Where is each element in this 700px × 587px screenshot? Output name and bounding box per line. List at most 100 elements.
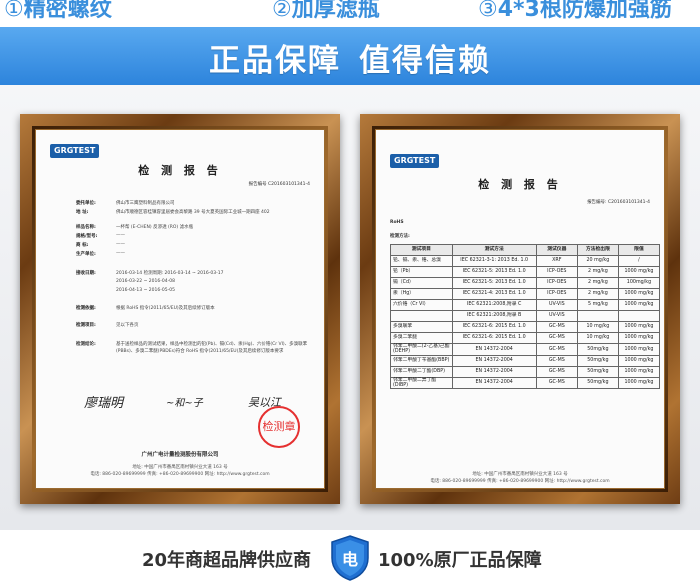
table-cell: ICP-OES (535, 288, 578, 300)
right-certificate-paper: GRGTEST 检 测 报 告 报告编号: C201603101341-4 Ro… (375, 129, 665, 489)
table-cell: 2 mg/kg (576, 266, 619, 278)
right-report-title: 检 测 报 告 (478, 178, 562, 191)
table-row: 多溴联苯 IEC 62321-6: 2015 Ed. 1.0 GC-MS 10 mg/… (390, 321, 661, 333)
table-row: 铅、镉、汞、铬、总溴 IEC 62321-3-1: 2013 Ed. 1.0 XRF… (390, 255, 661, 267)
table-cell: 100mg/kg (617, 277, 661, 289)
left-report-conclusion: 基于送检样品的测试结果，样品中检测出的铅(Pb)、镉(Cd)、汞(Hg)、六价铬… (116, 342, 308, 354)
table-row: 邻苯二甲酸丁苄基酯(BBP) EN 14372-2004 GC-MS 50mg/kg 1… (390, 354, 661, 367)
table-header: 测试方法 (451, 244, 537, 256)
table-cell: 六价铬（Cr VI） (390, 299, 453, 311)
table-row: 铅（Pb） IEC 62321-5: 2013 Ed. 1.0 ICP-OES 2 m… (390, 266, 661, 278)
table-cell: GC-MS (535, 332, 578, 344)
feature-strip: ①精密螺纹 ②加厚滤瓶 ③4*3根防爆加强筋 (0, 0, 700, 20)
grgtest-logo: GRGTEST (390, 154, 440, 168)
table-cell (390, 310, 453, 322)
table-cell: 铅（Pb） (390, 266, 453, 278)
table-cell: GC-MS (535, 343, 578, 356)
table-cell: XRF (535, 255, 578, 267)
left-contact: 电话: 886-020-89699999 传真: +86-020-8969990… (90, 472, 270, 477)
banner-title: 正品保障 值得信赖 (209, 43, 491, 79)
table-header-row: 测试项目 测试方法 测试仪器 方法检出限 限值 (390, 244, 661, 256)
table-cell: GC-MS (535, 365, 578, 378)
table-cell: 1000 mg/kg (617, 365, 661, 378)
table-cell: IEC 62321-5: 2013 Ed. 1.0 (451, 266, 537, 278)
table-cell: GC-MS (535, 354, 578, 367)
right-address: 地址: 中国广州市番禺区南村镇兴业大道 163 号 (472, 472, 568, 477)
table-cell: 邻苯二甲酸二丁酯(DBP) (390, 365, 453, 378)
feature-3: ③4*3根防爆加强筋 (478, 0, 672, 20)
table-cell: ICP-OES (535, 277, 578, 289)
table-cell: EN 14372-2004 (451, 343, 537, 356)
table-cell (617, 310, 661, 322)
table-cell: IEC 62321-4: 2013 Ed. 1.0 (451, 288, 537, 300)
table-header: 测试项目 (390, 244, 453, 256)
table-cell: EN 14372-2004 (451, 365, 537, 378)
table-cell: 1000 mg/kg (617, 343, 661, 356)
table-cell: GC-MS (535, 376, 578, 390)
table-row: 邻苯二甲酸二异丁酯(DIBP) EN 14372-2004 GC-MS 50mg/kg… (390, 376, 661, 390)
table-cell: 汞（Hg） (390, 288, 453, 300)
table-cell: 1000 mg/kg (617, 354, 661, 367)
table-cell: 多溴联苯 (390, 321, 453, 333)
supplier-text: 20年商超品牌供应商 (142, 550, 312, 571)
table-row: 邻苯二甲酸二(2-乙基)己酯(DEHP) EN 14372-2004 GC-MS 50… (390, 343, 661, 356)
table-cell: IEC 62321-5: 2013 Ed. 1.0 (451, 277, 537, 289)
feature-1: ①精密螺纹 (4, 0, 112, 20)
table-cell: 10 mg/kg (576, 332, 619, 344)
signature-1: 廖瑞明 (84, 396, 124, 411)
table-cell (576, 310, 619, 322)
table-cell: 1000 mg/kg (617, 321, 661, 333)
red-seal-stamp: 检测章 (258, 406, 300, 448)
table-cell: 50mg/kg (576, 354, 619, 367)
rohs-test-table: 测试项目 测试方法 测试仪器 方法检出限 限值 铅、镉、汞、铬、总溴 IEC 62… (390, 244, 661, 390)
table-cell: IEC 62321-3-1: 2013 Ed. 1.0 (451, 255, 537, 267)
left-address: 地址: 中国广州市番禺区南村镇兴业大道 163 号 (132, 465, 228, 470)
table-cell: 20 mg/kg (576, 255, 619, 267)
table-cell: IEC 62321-6: 2015 Ed. 1.0 (451, 321, 537, 333)
left-report-title: 检 测 报 告 (138, 164, 222, 177)
table-cell: IEC 62321:2008,附录 C (451, 299, 537, 311)
table-cell: 1000 mg/kg (617, 376, 661, 390)
table-header: 方法检出限 (576, 244, 619, 256)
right-certificate-frame: GRGTEST 检 测 报 告 报告编号: C201603101341-4 Ro… (360, 114, 680, 504)
left-company-name: 广州广电计量检测股份有限公司 (141, 452, 219, 458)
table-cell: 2 mg/kg (576, 277, 619, 289)
bottom-guarantee-bar: 20年商超品牌供应商 电 100%原厂正品保障 (0, 530, 700, 587)
signature-2: ~和~子 (166, 398, 203, 409)
table-cell: 镉（Cd） (390, 277, 453, 289)
table-cell: 邻苯二甲酸丁苄基酯(BBP) (390, 354, 453, 367)
table-cell: GC-MS (535, 321, 578, 333)
table-cell: UV-VIS (535, 310, 578, 322)
table-header: 限值 (617, 244, 661, 256)
table-cell: EN 14372-2004 (451, 354, 537, 367)
table-cell: 多溴二苯醚 (390, 332, 453, 344)
genuine-guarantee-text: 100%原厂正品保障 (378, 550, 542, 571)
left-certificate-paper: GRGTEST 检 测 报 告 报告编号 C201603101341-4 委托单… (35, 129, 325, 489)
table-cell: 50mg/kg (576, 376, 619, 390)
shield-badge-text: 电 (341, 550, 358, 569)
rohs-label: RoHS (390, 220, 404, 225)
table-cell: 1000 mg/kg (617, 332, 661, 344)
table-cell: UV-VIS (535, 299, 578, 311)
table-cell: 邻苯二甲酸二(2-乙基)己酯(DEHP) (390, 343, 453, 356)
table-cell: IEC 62321-6: 2015 Ed. 1.0 (451, 332, 537, 344)
method-label: 检测方法: (390, 234, 410, 239)
right-contact: 电话: 886-020-89699999 传真: +86-020-8969990… (430, 479, 610, 484)
table-cell: 10 mg/kg (576, 321, 619, 333)
feature-2: ②加厚滤瓶 (272, 0, 380, 20)
table-header: 测试仪器 (535, 244, 578, 256)
table-cell: IEC 62321:2008,附录 B (451, 310, 537, 322)
guarantee-banner: 正品保障 值得信赖 (0, 27, 700, 85)
table-row: IEC 62321:2008,附录 B UV-VIS (390, 310, 661, 322)
table-row: 邻苯二甲酸二丁酯(DBP) EN 14372-2004 GC-MS 50mg/kg 10… (390, 365, 661, 378)
grgtest-logo: GRGTEST (50, 144, 100, 158)
table-cell: 2 mg/kg (576, 288, 619, 300)
table-cell: ICP-OES (535, 266, 578, 278)
left-report-fields: 委托单位: 佛山市三鹰塑料制品有限公司 地 址: 佛山市顺德区容桂镇容里居委会高黎路… (76, 200, 270, 328)
table-cell: 铅、镉、汞、铬、总溴 (390, 255, 453, 267)
table-row: 六价铬（Cr VI） IEC 62321:2008,附录 C UV-VIS 5 mg/… (390, 299, 661, 311)
table-row: 多溴二苯醚 IEC 62321-6: 2015 Ed. 1.0 GC-MS 10 mg… (390, 332, 661, 344)
left-certificate-frame: GRGTEST 检 测 报 告 报告编号 C201603101341-4 委托单… (20, 114, 340, 504)
table-cell: 1000 mg/kg (617, 288, 661, 300)
table-cell: 1000 mg/kg (617, 266, 661, 278)
